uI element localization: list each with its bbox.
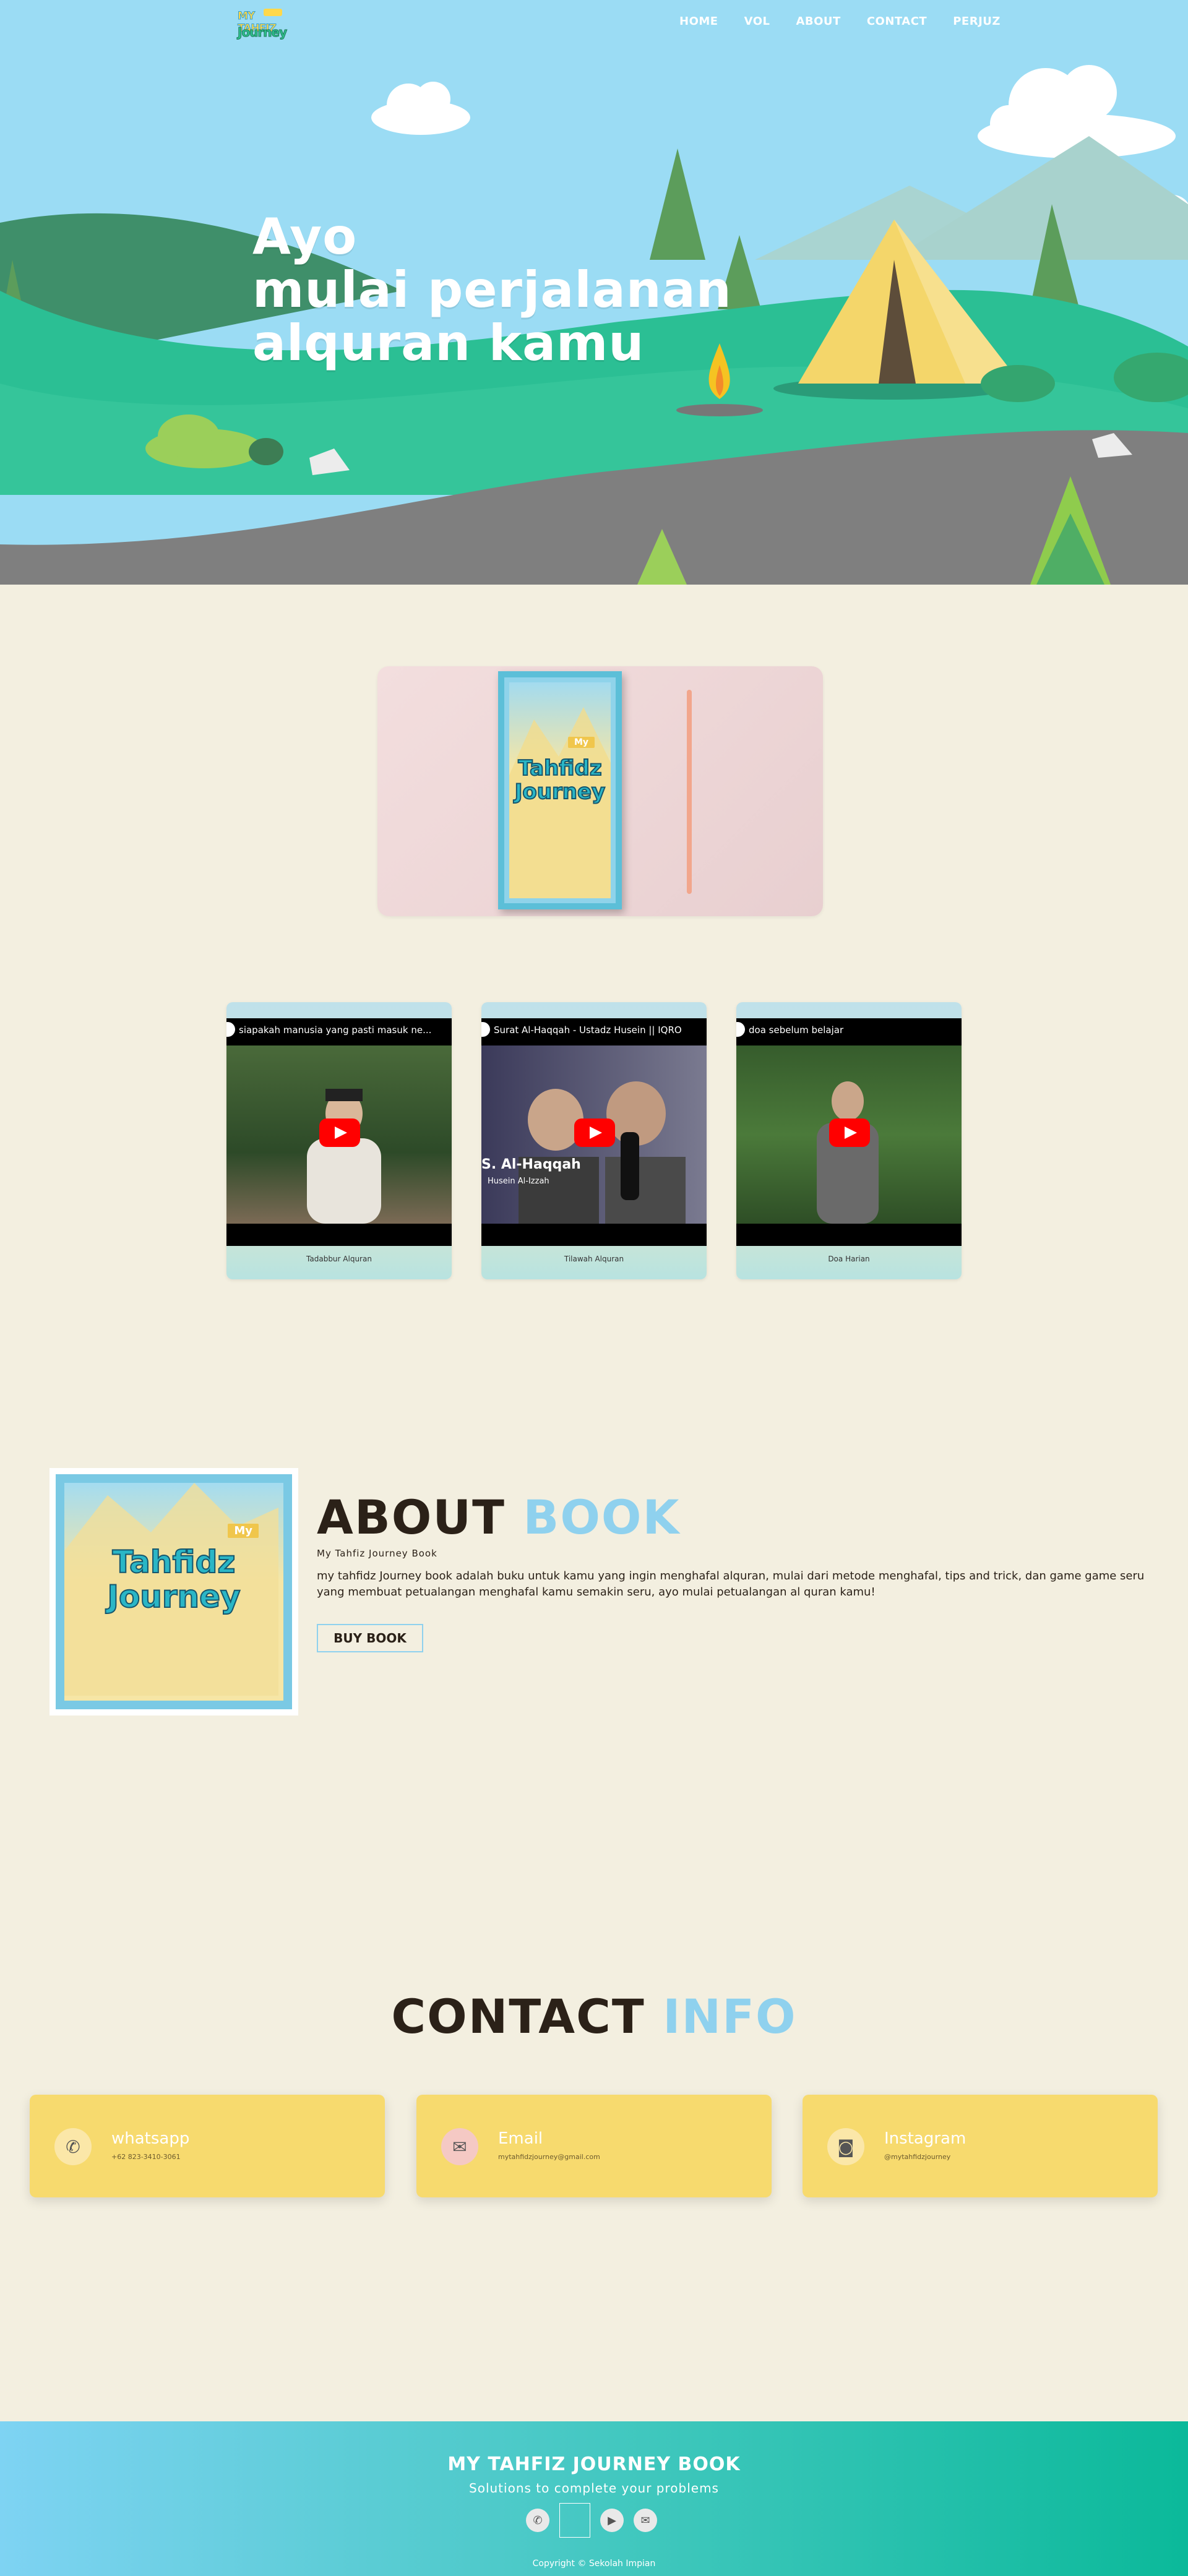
video-player-3[interactable]: doa sebelum belajar [736,1018,962,1246]
book-title-line1: Tahfidz [517,756,602,781]
nav-perjuz[interactable]: PERJUZ [953,15,1001,28]
about-book-my-label: My [228,1524,259,1538]
about-description: my tahfidz Journey book adalah buku untu… [317,1569,1145,1599]
about-book-title-line2: Journey [106,1579,241,1615]
book-cover-art: My Tahfidz Journey [509,682,611,898]
contact-card-instagram[interactable]: ◙ Instagram @mytahfidzjourney [803,2095,1158,2197]
video-player-1[interactable]: siapakah manusia yang pasti masuk ne... [226,1018,452,1246]
site-footer: MY TAHFIZ JOURNEY BOOK Solutions to comp… [0,2421,1188,2576]
pencil-image [687,690,692,894]
about-book-image: My Tahfidz Journey [50,1468,298,1715]
video-title-1[interactable]: siapakah manusia yang pasti masuk ne... [239,1024,443,1036]
hero-line-1: Ayo [252,208,358,265]
youtube-icon[interactable]: ▶ [600,2509,624,2532]
footer-title: MY TAHFIZ JOURNEY BOOK [447,2454,741,2475]
video-title-2[interactable]: Surat Al-Haqqah - Ustadz Husein || IQRO [494,1024,698,1036]
about-book-cover: My Tahfidz Journey [56,1474,292,1709]
about-book-title-line1: Tahfidz [112,1544,236,1580]
video-caption-2: Tilawah Alquran [564,1255,624,1263]
whatsapp-icon[interactable]: ✆ [526,2509,549,2532]
top-navigation: MY TAHFIZ Journey HOME VOL ABOUT CONTACT… [0,0,1188,47]
about-subtitle: My Tahfiz Journey Book [317,1548,437,1559]
contact-card-sub: mytahfidzjourney@gmail.com [498,2153,600,2161]
nav-about[interactable]: ABOUT [796,15,840,28]
video-card-2[interactable]: S. Al-Haqqah Husein Al-Izzah Surat Al-Ha… [481,1002,707,1279]
nav-vol[interactable]: VOL [744,15,770,28]
channel-avatar [481,1022,490,1037]
book-title-line2: Journey [514,779,606,804]
video-card-3[interactable]: doa sebelum belajar Doa Harian [736,1002,962,1279]
contact-card-title: Instagram [884,2129,966,2148]
nav-menu: HOME VOL ABOUT CONTACT PERJUZ [679,15,1027,28]
about-heading-a: ABOUT [317,1490,506,1545]
video-caption-1: Tadabbur Alquran [306,1255,372,1263]
channel-avatar [736,1022,745,1037]
play-button-icon[interactable] [574,1118,615,1147]
contact-card-title: whatsapp [111,2129,190,2148]
hero-line-3: alquran kamu [252,314,645,372]
about-heading: ABOUT BOOK [317,1490,680,1545]
video-overlay-title: S. Al-Haqqah [481,1157,581,1172]
video-player-2[interactable]: S. Al-Haqqah Husein Al-Izzah Surat Al-Ha… [481,1018,707,1246]
whatsapp-icon: ✆ [54,2128,92,2165]
book-cover-card: My Tahfidz Journey [377,666,823,916]
play-button-icon[interactable] [829,1118,870,1147]
book-cover-image: My Tahfidz Journey [498,671,622,909]
video-card-1[interactable]: siapakah manusia yang pasti masuk ne... … [226,1002,452,1279]
contact-heading: CONTACT INFO [0,1989,1188,2044]
contact-card-title: Email [498,2129,543,2148]
footer-social-icons: ✆ ▶ ✉ [526,2503,657,2538]
contact-heading-b: INFO [663,1989,797,2044]
contact-card-sub: +62 823-3410-3061 [111,2153,181,2161]
instagram-icon: ◙ [827,2128,864,2165]
email-icon[interactable]: ✉ [634,2509,657,2532]
video-title-3[interactable]: doa sebelum belajar [749,1024,953,1036]
contact-card-sub: @mytahfidzjourney [884,2153,951,2161]
hero-line-2: mulai perjalanan [252,261,732,319]
hero-headline: Ayo mulai perjalanan alquran kamu [252,210,732,370]
contact-card-whatsapp[interactable]: ✆ whatsapp +62 823-3410-3061 [30,2095,385,2197]
email-icon: ✉ [441,2128,478,2165]
hero-banner: Ayo mulai perjalanan alquran kamu [0,0,1188,585]
footer-subtitle: Solutions to complete your problems [469,2481,719,2496]
broken-image-icon[interactable] [559,2503,590,2538]
buy-book-button[interactable]: BUY BOOK [317,1624,423,1652]
site-logo[interactable]: MY TAHFIZ Journey [237,7,288,41]
logo-text-line2: Journey [237,25,287,40]
contact-card-email[interactable]: ✉ Email mytahfidzjourney@gmail.com [416,2095,772,2197]
footer-copyright: Copyright © Sekolah Impian [532,2559,656,2569]
play-button-icon[interactable] [319,1118,360,1147]
video-caption-3: Doa Harian [828,1255,870,1263]
book-my-label: My [567,737,595,748]
channel-avatar [226,1022,235,1037]
nav-home[interactable]: HOME [679,15,718,28]
contact-heading-a: CONTACT [391,1989,645,2044]
about-heading-b: BOOK [523,1490,681,1545]
video-overlay-sub: Husein Al-Izzah [488,1177,549,1186]
nav-contact[interactable]: CONTACT [867,15,927,28]
